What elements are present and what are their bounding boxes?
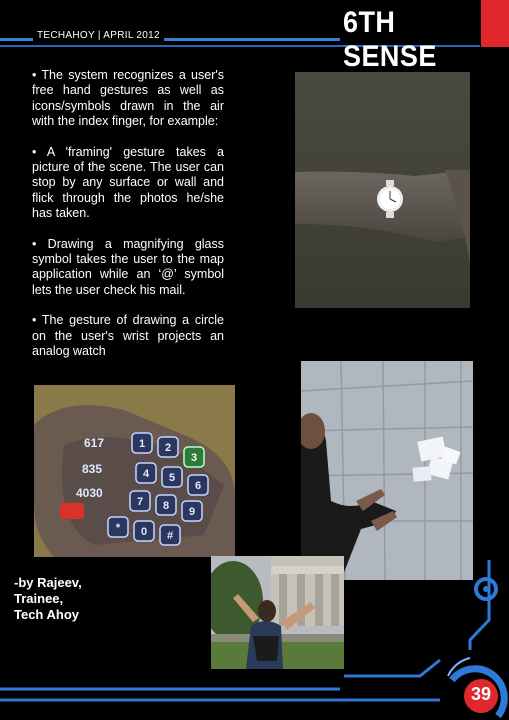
section-title: 6TH SENSE: [343, 6, 437, 73]
paragraph-magnifier: • Drawing a magnifying glass symbol take…: [32, 236, 224, 297]
paragraph-watch: • The gesture of drawing a circle on the…: [32, 313, 224, 359]
page-number: 39: [470, 684, 492, 704]
key-1: 1: [139, 438, 145, 450]
photo-projection-wall: [301, 361, 473, 580]
key-8: 8: [163, 500, 169, 512]
magazine-issue-tag: TECHAHOY | APRIL 2012: [33, 30, 164, 41]
key-3: 3: [191, 452, 197, 464]
key-star: *: [116, 522, 121, 534]
key-hash: #: [167, 530, 173, 542]
projected-number-3: 4030: [76, 486, 103, 500]
byline-author: -by Rajeev,: [14, 575, 82, 590]
key-7: 7: [137, 496, 143, 508]
article-body: • The system recognizes a user's free ha…: [32, 68, 224, 375]
photo-wrist-watch: [295, 72, 470, 308]
red-corner-tab: [481, 0, 509, 47]
key-9: 9: [189, 506, 195, 518]
paragraph-framing: • A 'framing' gesture takes a picture of…: [32, 144, 224, 221]
photo-framing-gesture: [211, 556, 344, 669]
photo-palm-keypad: 617 835 4030 1 2 3 4 5 6 7 8 9 * 0 #: [34, 385, 235, 557]
projected-number-2: 835: [82, 462, 102, 476]
key-2: 2: [165, 442, 171, 454]
key-5: 5: [169, 472, 175, 484]
byline-publication: Tech Ahoy: [14, 607, 80, 622]
byline-role: Trainee,: [14, 591, 64, 606]
projected-number-1: 617: [84, 436, 104, 450]
author-byline: -by Rajeev, Trainee, Tech Ahoy: [14, 575, 82, 623]
key-0: 0: [141, 526, 147, 538]
paragraph-gestures: • The system recognizes a user's free ha…: [32, 68, 224, 129]
key-4: 4: [143, 468, 150, 480]
key-6: 6: [195, 480, 201, 492]
